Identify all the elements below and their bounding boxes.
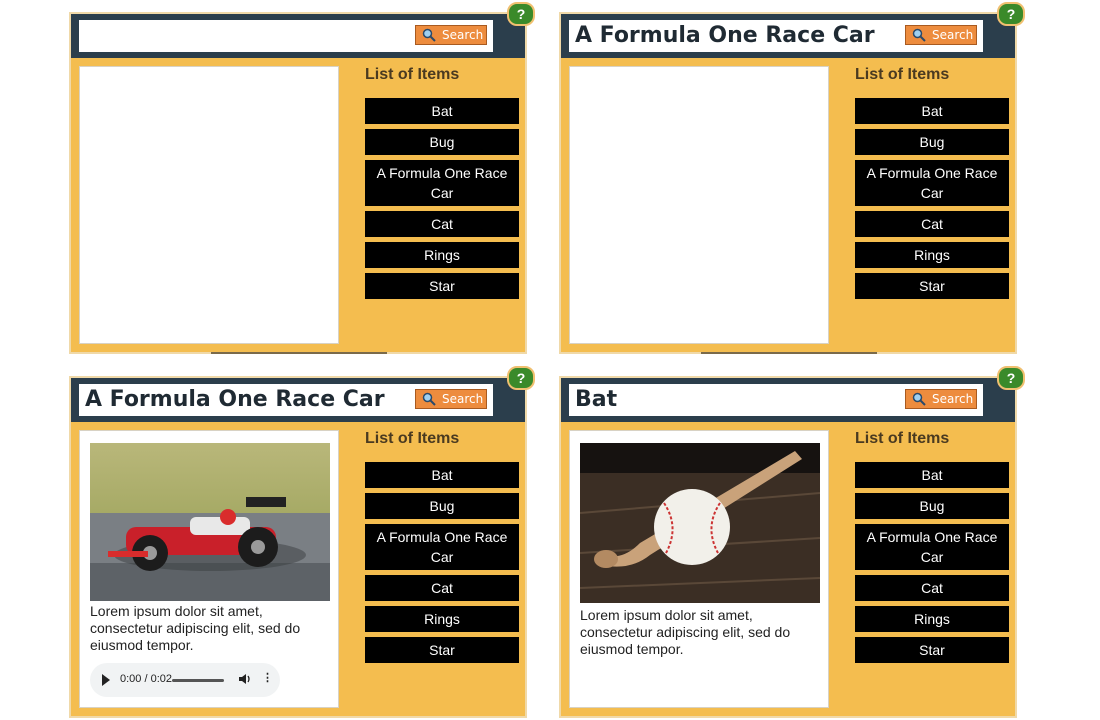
item-button-bat[interactable]: Bat [365, 462, 519, 488]
item-button-rings[interactable]: Rings [855, 606, 1009, 632]
item-list: Bat Bug A Formula One Race Car Cat Rings… [855, 98, 1009, 304]
item-button-rings[interactable]: Rings [365, 606, 519, 632]
search-button[interactable]: Search [415, 389, 487, 409]
more-vert-icon[interactable]: ⋮ [262, 671, 273, 684]
bottom-divider [211, 352, 387, 354]
search-button[interactable]: Search [905, 25, 977, 45]
item-button-bat[interactable]: Bat [365, 98, 519, 124]
item-view [79, 66, 339, 344]
magnifier-icon [422, 28, 436, 42]
search-button-label: Search [442, 392, 484, 406]
item-button-bat[interactable]: Bat [855, 462, 1009, 488]
search-title: Bat [575, 387, 618, 412]
item-button-race-car[interactable]: A Formula One Race Car [365, 160, 519, 206]
search-field[interactable]: A Formula One Race Car Search [79, 384, 493, 416]
search-header: Search [71, 14, 525, 58]
help-button[interactable]: ? [507, 2, 535, 26]
list-heading: List of Items [855, 430, 950, 447]
item-button-cat[interactable]: Cat [365, 211, 519, 237]
item-view: Lorem ipsum dolor sit amet, consectetur … [569, 430, 829, 708]
item-button-bat[interactable]: Bat [855, 98, 1009, 124]
item-button-bug[interactable]: Bug [855, 129, 1009, 155]
item-button-star[interactable]: Star [365, 637, 519, 663]
item-button-bug[interactable]: Bug [365, 493, 519, 519]
app-panel-3: A Formula One Race Car Search ? Lorem ip… [69, 366, 535, 718]
item-button-star[interactable]: Star [855, 273, 1009, 299]
item-button-race-car[interactable]: A Formula One Race Car [855, 160, 1009, 206]
item-button-bug[interactable]: Bug [365, 129, 519, 155]
search-title: A Formula One Race Car [575, 23, 875, 48]
magnifier-icon [912, 28, 926, 42]
item-description: Lorem ipsum dolor sit amet, consectetur … [90, 603, 301, 653]
item-button-star[interactable]: Star [855, 637, 1009, 663]
help-button[interactable]: ? [997, 2, 1025, 26]
search-button-label: Search [442, 28, 484, 42]
item-list: Bat Bug A Formula One Race Car Cat Rings… [365, 98, 519, 304]
item-button-cat[interactable]: Cat [365, 575, 519, 601]
search-title: A Formula One Race Car [85, 387, 385, 412]
item-list: Bat Bug A Formula One Race Car Cat Rings… [855, 462, 1009, 668]
item-button-rings[interactable]: Rings [365, 242, 519, 268]
bat-photo [580, 443, 820, 603]
app-panel-2: A Formula One Race Car Search ? List of … [559, 2, 1025, 354]
item-list: Bat Bug A Formula One Race Car Cat Rings… [365, 462, 519, 668]
item-view [569, 66, 829, 344]
volume-icon[interactable] [238, 672, 252, 686]
list-heading: List of Items [855, 66, 950, 83]
item-button-bug[interactable]: Bug [855, 493, 1009, 519]
audio-progress-track[interactable] [172, 679, 224, 682]
search-header: A Formula One Race Car Search [71, 378, 525, 422]
search-button[interactable]: Search [415, 25, 487, 45]
magnifier-icon [912, 392, 926, 406]
play-icon[interactable] [102, 674, 110, 686]
list-heading: List of Items [365, 430, 460, 447]
item-button-cat[interactable]: Cat [855, 211, 1009, 237]
help-button[interactable]: ? [997, 366, 1025, 390]
list-heading: List of Items [365, 66, 460, 83]
item-description: Lorem ipsum dolor sit amet, consectetur … [580, 607, 791, 657]
audio-time: 0:00 / 0:02 [120, 673, 172, 685]
search-button[interactable]: Search [905, 389, 977, 409]
item-button-cat[interactable]: Cat [855, 575, 1009, 601]
item-button-star[interactable]: Star [365, 273, 519, 299]
race-car-photo [90, 443, 330, 601]
magnifier-icon [422, 392, 436, 406]
audio-player[interactable]: 0:00 / 0:02 ⋮ [90, 663, 280, 697]
item-button-rings[interactable]: Rings [855, 242, 1009, 268]
item-view: Lorem ipsum dolor sit amet, consectetur … [79, 430, 339, 708]
search-field[interactable]: Bat Search [569, 384, 983, 416]
item-button-race-car[interactable]: A Formula One Race Car [365, 524, 519, 570]
search-header: A Formula One Race Car Search [561, 14, 1015, 58]
item-button-race-car[interactable]: A Formula One Race Car [855, 524, 1009, 570]
search-header: Bat Search [561, 378, 1015, 422]
app-panel-1: Search ? List of Items Bat Bug A Formula… [69, 2, 535, 354]
bottom-divider [701, 352, 877, 354]
app-panel-4: Bat Search ? Lorem ipsum dolor sit amet,… [559, 366, 1025, 718]
search-field[interactable]: Search [79, 20, 493, 52]
search-button-label: Search [932, 392, 974, 406]
help-button[interactable]: ? [507, 366, 535, 390]
search-field[interactable]: A Formula One Race Car Search [569, 20, 983, 52]
search-button-label: Search [932, 28, 974, 42]
